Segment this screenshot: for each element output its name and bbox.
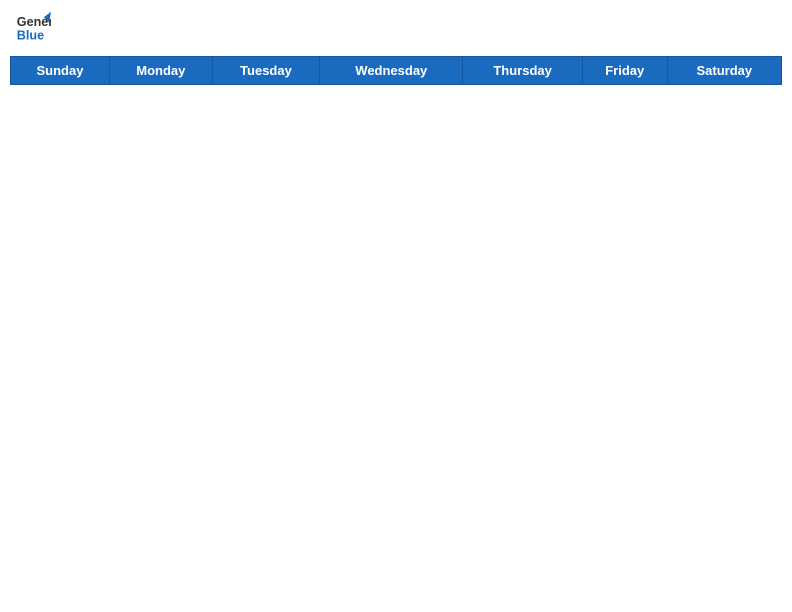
calendar-day-header: Friday [582, 57, 667, 85]
calendar-day-header: Saturday [667, 57, 781, 85]
calendar-header-row: SundayMondayTuesdayWednesdayThursdayFrid… [11, 57, 782, 85]
calendar-day-header: Monday [109, 57, 212, 85]
logo: General Blue [15, 10, 51, 46]
calendar-day-header: Sunday [11, 57, 110, 85]
calendar-day-header: Tuesday [212, 57, 319, 85]
calendar-day-header: Wednesday [320, 57, 463, 85]
calendar-day-header: Thursday [463, 57, 582, 85]
svg-text:Blue: Blue [17, 29, 44, 43]
calendar-table: SundayMondayTuesdayWednesdayThursdayFrid… [10, 56, 782, 85]
logo-icon: General Blue [15, 10, 51, 46]
page: General Blue SundayMondayTuesdayWednesda… [0, 0, 792, 95]
header: General Blue [10, 10, 782, 46]
